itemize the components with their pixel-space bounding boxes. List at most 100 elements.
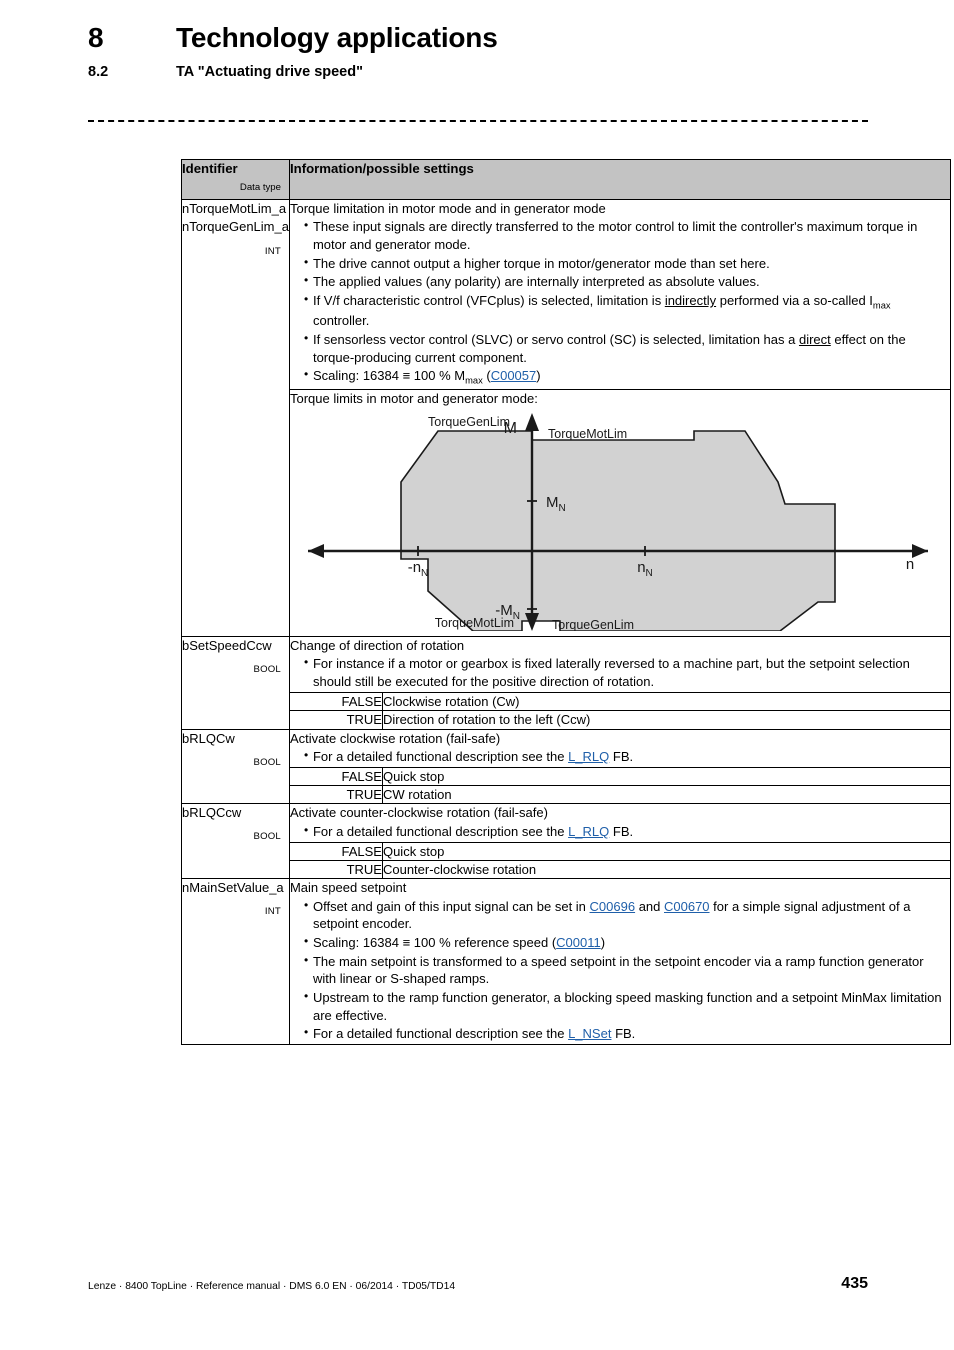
- identifier-name: bRLQCcw: [182, 805, 242, 821]
- subscript-max: max: [872, 300, 891, 311]
- value-description: Counter-clockwise rotation: [381, 859, 951, 880]
- list-item: If V/f characteristic control (VFCplus) …: [304, 291, 950, 330]
- table-row: bRLQCcw BOOL Activate counter-clockwise …: [181, 803, 951, 880]
- table-row-value: TRUE Direction of rotation to the left (…: [182, 710, 951, 730]
- information-heading: Activate clockwise rotation (fail-safe): [289, 730, 501, 746]
- emphasis-indirectly: indirectly: [664, 293, 717, 309]
- header-divider: [88, 120, 868, 122]
- page-number: 435: [841, 1275, 868, 1292]
- axis-m-arrow-down: [524, 613, 539, 632]
- parameter-table: Identifier Data type Information/possibl…: [181, 159, 951, 1046]
- table-row-value: FALSE Quick stop: [182, 766, 951, 787]
- footer-text: Lenze · 8400 TopLine · Reference manual …: [88, 1281, 456, 1292]
- information-cell-brlqccw: Activate counter-clockwise rotation (fai…: [288, 803, 951, 843]
- information-cell-brlqcw: Activate clockwise rotation (fail-safe) …: [288, 728, 951, 768]
- table-row: bSetSpeedCcw BOOL Change of direction of…: [181, 636, 951, 730]
- information-bullet-list: Offset and gain of this input signal can…: [290, 897, 950, 1043]
- information-cell-bsetspeedccw: Change of direction of rotation For inst…: [288, 636, 951, 693]
- value-false: FALSE: [288, 691, 383, 712]
- bullet-text-prefix: For a detailed functional description se…: [312, 748, 569, 764]
- information-bullet-list: These input signals are directly transfe…: [290, 217, 950, 387]
- list-item: For instance if a motor or gearbox is fi…: [304, 654, 950, 690]
- torque-envelope-polygon: [400, 430, 836, 632]
- identifier-datatype: INT: [264, 246, 281, 257]
- code-link-c00670[interactable]: C00670: [664, 899, 710, 914]
- identifier-datatype: BOOL: [253, 756, 281, 768]
- list-item: The drive cannot output a higher torque …: [304, 254, 950, 273]
- section-title: TA "Actuating drive speed": [176, 64, 363, 80]
- value-false: FALSE: [288, 841, 383, 861]
- fb-link-l-rlq[interactable]: L_RLQ: [568, 749, 609, 764]
- list-item: The main setpoint is transformed to a sp…: [304, 952, 950, 988]
- emphasis-direct: direct: [798, 332, 831, 348]
- value-false: FALSE: [288, 766, 383, 787]
- identifier-name: nTorqueMotLim_a: [182, 201, 287, 216]
- information-bullet-list: For a detailed functional description se…: [290, 822, 950, 841]
- information-bullet-list: For instance if a motor or gearbox is fi…: [290, 654, 950, 690]
- torque-limit-chart-svg: M n MN -MN -nN nN TorqueGenLim TorqueMot…: [307, 413, 928, 632]
- information-cell-torquelim: Torque limitation in motor mode and in g…: [288, 199, 951, 390]
- diagram-cell: Torque limits in motor and generator mod…: [288, 388, 951, 638]
- list-item: These input signals are directly transfe…: [304, 217, 950, 253]
- value-description: Quick stop: [381, 766, 951, 787]
- table-row: nMainSetValue_a INT Main speed setpoint …: [181, 878, 951, 1046]
- region-label-bottom-right: TorqueGenLim: [552, 618, 634, 631]
- code-link-c00057[interactable]: C00057: [491, 368, 537, 383]
- identifier-cell-bsetspeedccw: bSetSpeedCcw BOOL: [181, 636, 290, 730]
- information-cell-nmainsetvalue: Main speed setpoint Offset and gain of t…: [288, 878, 951, 1046]
- tick-label-n-nominal-negative: -nN: [408, 559, 429, 579]
- column-header-datatype-label: Data type: [239, 182, 281, 194]
- identifier-cell-brlqcw: bRLQCw BOOL: [181, 728, 290, 805]
- list-item: Scaling: 16384 ≡ 100 % Mmax (C00057): [304, 366, 950, 387]
- identifier-datatype: BOOL: [253, 831, 281, 843]
- list-item: Upstream to the ramp function generator,…: [304, 988, 950, 1024]
- list-item: For a detailed functional description se…: [304, 747, 950, 766]
- identifier-cell-brlqccw: bRLQCcw BOOL: [181, 803, 290, 880]
- table-row: nTorqueMotLim_a nTorqueGenLim_a INT Torq…: [181, 198, 951, 638]
- fb-link-l-rlq[interactable]: L_RLQ: [568, 824, 609, 839]
- information-heading: Main speed setpoint: [289, 880, 407, 896]
- fb-link-l-nset[interactable]: L_NSet: [568, 1026, 611, 1041]
- column-header-identifier-label: Identifier: [182, 161, 238, 176]
- table-row-value: TRUE Counter-clockwise rotation: [182, 859, 951, 880]
- identifier-cell-torquelim: nTorqueMotLim_a nTorqueGenLim_a INT: [181, 198, 290, 638]
- section-number: 8.2: [88, 64, 109, 80]
- value-true: TRUE: [288, 710, 383, 730]
- list-item: The applied values (any polarity) are in…: [304, 272, 950, 291]
- column-header-information: Information/possible settings: [288, 159, 951, 200]
- region-label-top-right: TorqueMotLim: [548, 427, 627, 441]
- information-heading: Change of direction of rotation: [289, 638, 465, 654]
- list-item: Offset and gain of this input signal can…: [304, 897, 950, 933]
- column-header-information-label: Information/possible settings: [289, 161, 474, 176]
- table-row-value: FALSE Clockwise rotation (Cw): [182, 691, 951, 712]
- code-link-c00011[interactable]: C00011: [556, 935, 601, 950]
- identifier-name: bRLQCw: [182, 730, 235, 746]
- value-true: TRUE: [288, 859, 383, 880]
- list-item: For a detailed functional description se…: [304, 822, 950, 841]
- region-label-top-left: TorqueGenLim: [428, 415, 510, 429]
- identifier-name: bSetSpeedCcw: [182, 638, 272, 654]
- list-item: Scaling: 16384 ≡ 100 % reference speed (…: [304, 933, 950, 952]
- value-description: Quick stop: [381, 841, 951, 861]
- information-heading: Activate counter-clockwise rotation (fai…: [289, 805, 548, 821]
- value-description: Direction of rotation to the left (Ccw): [381, 710, 951, 730]
- bullet-text-suffix: FB.: [609, 823, 634, 839]
- list-item: For a detailed functional description se…: [304, 1024, 950, 1043]
- identifier-cell-nmainsetvalue: nMainSetValue_a INT: [181, 878, 290, 1046]
- axis-n-arrow-right: [911, 544, 928, 559]
- table-header-row: Identifier Data type Information/possibl…: [181, 159, 951, 200]
- axis-n-label: n: [906, 556, 914, 573]
- code-link-c00696[interactable]: C00696: [590, 899, 636, 914]
- value-true: TRUE: [288, 785, 383, 805]
- torque-speed-diagram: M n MN -MN -nN nN TorqueGenLim TorqueMot…: [290, 409, 950, 636]
- identifier-name: nMainSetValue_a: [182, 880, 284, 896]
- bullet-text-suffix: FB.: [609, 748, 634, 764]
- axis-m-arrow-up: [524, 413, 539, 432]
- column-header-identifier: Identifier Data type: [181, 159, 290, 200]
- value-description: CW rotation: [381, 785, 951, 805]
- page-footer: Lenze · 8400 TopLine · Reference manual …: [88, 1275, 868, 1292]
- chapter-title: Technology applications: [176, 22, 498, 53]
- chapter-number: 8: [88, 22, 104, 53]
- information-heading: Torque limitation in motor mode and in g…: [289, 201, 606, 216]
- identifier-datatype: BOOL: [253, 664, 281, 676]
